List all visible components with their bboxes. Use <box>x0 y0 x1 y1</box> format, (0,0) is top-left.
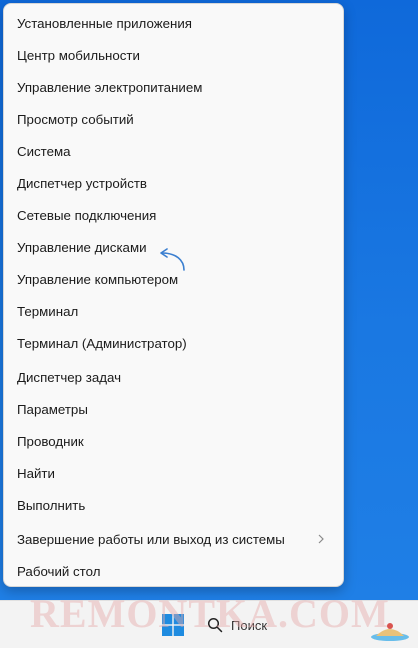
menu-item-terminal-admin[interactable]: Терминал (Администратор) <box>8 329 339 357</box>
menu-item-label: Просмотр событий <box>17 111 134 127</box>
taskbar: Поиск <box>0 600 418 648</box>
menu-item-network-connections[interactable]: Сетевые подключения <box>8 201 339 229</box>
menu-item-label: Проводник <box>17 433 84 449</box>
search-icon <box>207 617 223 633</box>
menu-item-label: Терминал (Администратор) <box>17 335 187 351</box>
menu-item-shutdown-signout[interactable]: Завершение работы или выход из системы <box>8 525 339 553</box>
menu-item-label: Завершение работы или выход из системы <box>17 531 285 547</box>
menu-item-search[interactable]: Найти <box>8 459 339 487</box>
menu-item-disk-management[interactable]: Управление дисками <box>8 233 339 261</box>
menu-item-label: Параметры <box>17 401 88 417</box>
menu-item-label: Найти <box>17 465 55 481</box>
menu-item-device-manager[interactable]: Диспетчер устройств <box>8 169 339 197</box>
menu-item-label: Рабочий стол <box>17 563 101 579</box>
menu-item-label: Управление электропитанием <box>17 79 203 95</box>
menu-item-file-explorer[interactable]: Проводник <box>8 427 339 455</box>
menu-item-desktop[interactable]: Рабочий стол <box>8 557 339 585</box>
taskbar-search-button[interactable]: Поиск <box>203 610 293 640</box>
search-label: Поиск <box>231 617 268 633</box>
menu-item-run[interactable]: Выполнить <box>8 491 339 519</box>
winx-context-menu: Установленные приложения Центр мобильнос… <box>3 3 344 587</box>
menu-item-task-manager[interactable]: Диспетчер задач <box>8 363 339 391</box>
menu-item-label: Терминал <box>17 303 79 319</box>
menu-item-mobility-center[interactable]: Центр мобильности <box>8 41 339 69</box>
menu-item-label: Система <box>17 143 71 159</box>
menu-item-label: Установленные приложения <box>17 15 192 31</box>
menu-item-settings[interactable]: Параметры <box>8 395 339 423</box>
menu-item-computer-management[interactable]: Управление компьютером <box>8 265 339 293</box>
chevron-right-icon <box>318 534 324 544</box>
start-button[interactable] <box>158 610 188 640</box>
menu-item-label: Диспетчер устройств <box>17 175 147 191</box>
menu-item-label: Управление дисками <box>17 239 147 255</box>
menu-item-system[interactable]: Система <box>8 137 339 165</box>
windows-logo-icon <box>162 614 184 636</box>
menu-item-power-options[interactable]: Управление электропитанием <box>8 73 339 101</box>
menu-item-label: Центр мобильности <box>17 47 140 63</box>
menu-item-label: Диспетчер задач <box>17 369 122 385</box>
menu-item-label: Управление компьютером <box>17 271 179 287</box>
menu-item-label: Выполнить <box>17 497 86 513</box>
menu-item-terminal[interactable]: Терминал <box>8 297 339 325</box>
menu-item-installed-apps[interactable]: Установленные приложения <box>8 9 339 37</box>
menu-item-event-viewer[interactable]: Просмотр событий <box>8 105 339 133</box>
menu-item-label: Сетевые подключения <box>17 207 157 223</box>
